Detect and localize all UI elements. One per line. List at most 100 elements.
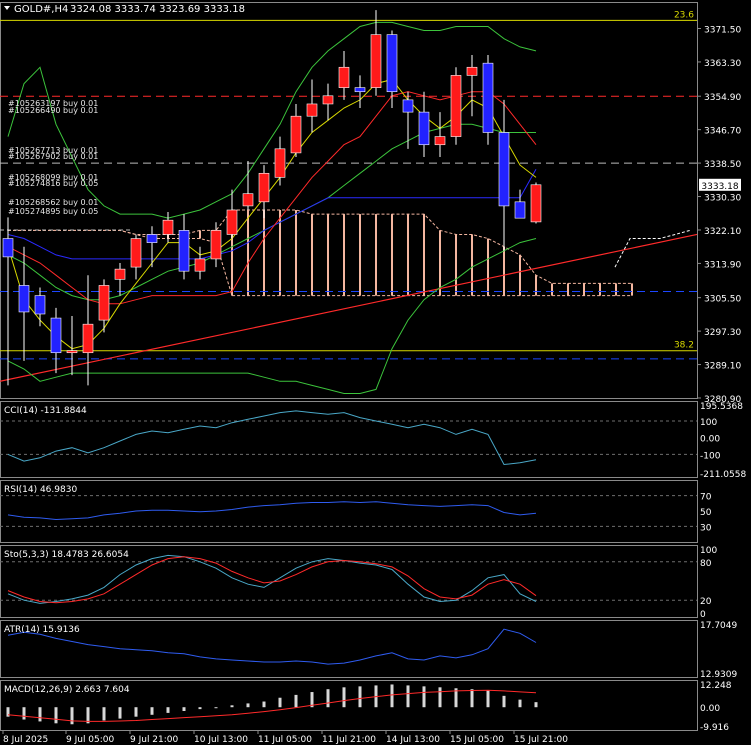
macd-histogram-bar [134,707,138,717]
macd-histogram-bar [198,707,202,710]
background [0,0,751,745]
y-tick-label: 3330.30 [704,194,741,204]
candle-body[interactable] [162,219,174,235]
macd-histogram-bar [486,690,490,708]
candle-body[interactable] [402,99,414,113]
candle-body[interactable] [50,317,62,354]
y-tick-label: 3297.30 [704,328,741,338]
macd-histogram-bar [406,685,410,708]
macd-histogram-bar [246,703,250,708]
macd-histogram-bar [470,689,474,708]
candle-body[interactable] [130,238,142,268]
indicator-tick-label: 80 [700,559,712,569]
time-label: 15 Jul 05:00 [450,735,504,745]
indicator-tick-label: 100 [700,418,717,428]
macd-histogram-bar [294,694,298,708]
time-label: 11 Jul 05:00 [258,735,312,745]
macd-histogram-bar [102,707,106,721]
candle-body[interactable] [386,34,398,93]
y-tick-label: 3371.50 [704,26,741,36]
candle-body[interactable] [178,230,190,272]
indicator-title: MACD(12,26,9) 2.663 7.604 [4,685,130,695]
y-tick-label: 3289.10 [704,362,741,372]
indicator-tick-label: 12.9309 [700,670,737,680]
time-label: 10 Jul 13:00 [194,735,248,745]
macd-histogram-bar [422,686,426,708]
indicator-tick-label: 30 [700,523,712,533]
candle-body[interactable] [290,115,302,154]
candle-body[interactable] [242,193,254,207]
candle-body[interactable] [482,62,494,133]
candle-body[interactable] [530,184,542,223]
indicator-tick-label: 100 [700,546,717,556]
candle-body[interactable] [322,95,334,105]
candle-body[interactable] [514,201,526,219]
candle-body[interactable] [498,132,510,207]
candle-body[interactable] [434,136,446,146]
y-tick-label: 3313.90 [704,260,741,270]
y-tick-label: 3346.70 [704,127,741,137]
time-label: 14 Jul 13:00 [386,735,440,745]
candle-body[interactable] [114,268,126,280]
macd-histogram-bar [534,702,538,708]
macd-histogram-bar [390,684,394,708]
candle-body[interactable] [450,75,462,137]
macd-histogram-bar [166,707,170,713]
candle-body[interactable] [82,323,94,354]
y-tick-label: 3305.50 [704,295,741,305]
time-label: 11 Jul 21:00 [322,735,376,745]
candle-body[interactable] [66,350,78,354]
candle-body[interactable] [418,111,430,146]
macd-histogram-bar [150,707,154,715]
candle-body[interactable] [194,258,206,272]
order-label: #105266490 buy 0.01 [8,106,98,115]
candle-body[interactable] [98,285,110,321]
candle-body[interactable] [34,295,46,315]
candle-body[interactable] [306,103,318,117]
macd-histogram-bar [438,687,442,708]
order-label: #105274895 buy 0.05 [8,207,98,216]
macd-histogram-bar [230,705,234,708]
order-label: #105267902 buy 0.01 [8,152,98,161]
indicator-title: ATR(14) 15.9136 [4,625,80,635]
indicator-tick-label: -211.0558 [700,470,746,480]
current-price-label: 3333.18 [701,182,738,192]
candle-body[interactable] [18,285,30,313]
y-tick-label: 3322.10 [704,227,741,237]
candle-body[interactable] [258,172,270,203]
ohlc-readout: 3324.08 3333.74 3323.69 3333.18 [70,4,245,15]
macd-histogram-bar [326,689,330,708]
candle-body[interactable] [2,238,14,258]
candle-body[interactable] [274,148,286,178]
y-tick-label: 3363.30 [704,59,741,69]
indicator-title: RSI(14) 46.9830 [4,485,77,495]
chart-svg: #105263197 buy 0.01#105266490 buy 0.01#1… [0,0,751,745]
time-label: 8 Jul 2025 [3,735,48,745]
symbol-label: GOLD#,H4 [14,4,68,15]
indicator-tick-label: 12.248 [700,681,732,691]
macd-histogram-bar [22,707,26,720]
macd-histogram-bar [118,707,122,719]
macd-histogram-bar [262,701,266,708]
indicator-tick-label: 0 [700,610,706,620]
time-label: 9 Jul 21:00 [130,735,179,745]
macd-histogram-bar [518,699,522,708]
macd-histogram-bar [278,697,282,708]
indicator-tick-label: 50 [700,508,712,518]
macd-histogram-bar [70,707,74,725]
candle-body[interactable] [370,34,382,88]
candle-body[interactable] [338,66,350,88]
candle-body[interactable] [226,209,238,235]
y-tick-label: 3354.90 [704,93,741,103]
indicator-tick-label: -9.916 [700,723,729,733]
y-tick-label: 3338.50 [704,160,741,170]
macd-histogram-bar [182,707,186,711]
candle-body[interactable] [466,66,478,76]
candle-body[interactable] [146,234,158,243]
indicator-tick-label: 20 [700,597,712,607]
indicator-title: Sto(5,3,3) 18.4783 26.6054 [4,550,129,560]
candle-body[interactable] [354,87,366,93]
indicator-title: CCI(14) -131.8844 [4,406,87,416]
indicator-tick-label: 0.00 [700,704,720,714]
candle-body[interactable] [210,230,222,260]
